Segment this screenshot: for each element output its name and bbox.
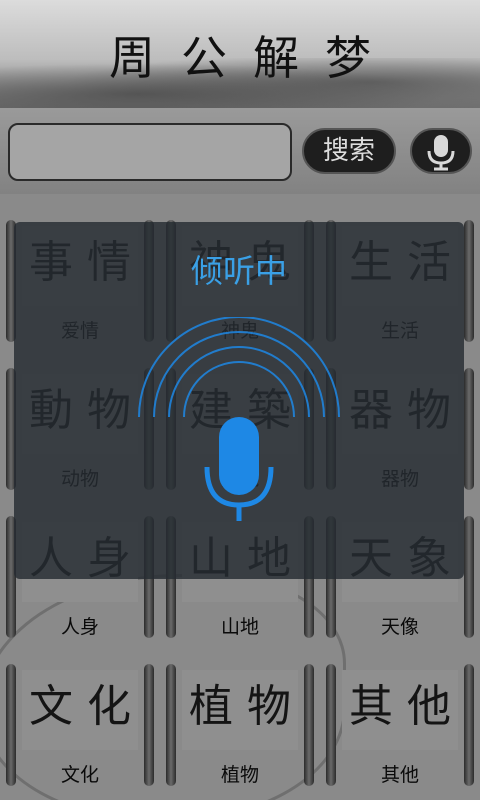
category-label: 天像 <box>380 616 419 638</box>
app-title: 周公解梦 <box>109 31 397 85</box>
category-label: 文化 <box>60 764 99 786</box>
seal-script-glyphs: 植物 <box>189 681 305 732</box>
microphone-icon <box>204 417 274 521</box>
category-label: 人身 <box>60 616 99 638</box>
category-tile[interactable]: 其他 其他 <box>320 648 480 796</box>
search-input[interactable] <box>8 123 292 181</box>
listening-status: 倾听中 <box>190 252 287 290</box>
search-bar <box>0 108 480 194</box>
microphone-icon <box>427 135 455 171</box>
category-tile[interactable]: 植物 植物 <box>160 648 320 796</box>
category-tile[interactable]: 文化 文化 <box>0 648 160 796</box>
category-label: 山地 <box>220 616 259 638</box>
app-header: 周公解梦 <box>0 0 480 108</box>
voice-wave-icon <box>138 317 340 521</box>
seal-script-glyphs: 文化 <box>29 681 145 732</box>
search-button[interactable]: 搜索 <box>302 128 396 174</box>
voice-search-button[interactable] <box>410 128 472 174</box>
voice-dialog: 倾听中 <box>14 222 464 579</box>
seal-script-glyphs: 其他 <box>349 681 465 732</box>
category-label: 其他 <box>380 764 419 786</box>
category-label: 植物 <box>220 764 259 786</box>
